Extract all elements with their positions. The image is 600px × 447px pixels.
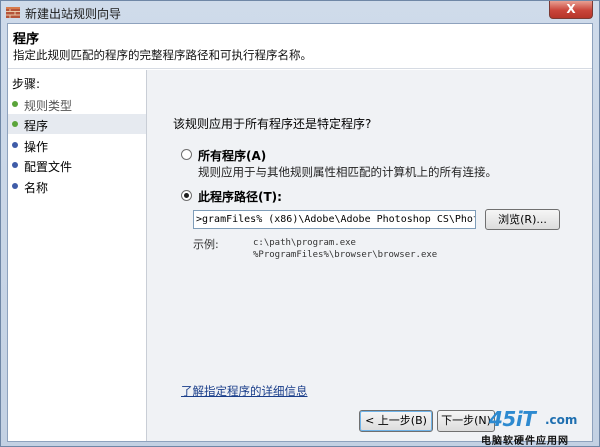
step-action[interactable]: 操作: [8, 135, 146, 155]
window-title: 新建出站规则向导: [25, 7, 122, 21]
steps-label: 步骤:: [12, 77, 41, 91]
firewall-icon: [6, 7, 20, 18]
browse-button[interactable]: 浏览(R)...: [485, 209, 560, 230]
step-label: 名称: [24, 181, 49, 195]
step-profile[interactable]: 配置文件: [8, 155, 146, 175]
watermark-domain: .com: [545, 413, 578, 427]
all-programs-radio[interactable]: [181, 149, 192, 160]
page-description: 指定此规则匹配的程序的完整程序路径和可执行程序名称。: [13, 48, 312, 62]
step-status-icon: [12, 183, 18, 189]
step-status-icon: [12, 121, 18, 127]
step-status-icon: [12, 162, 18, 168]
program-path-input[interactable]: >gramFiles% (x86)\Adobe\Adobe Photoshop …: [193, 210, 476, 229]
step-label: 配置文件: [24, 160, 73, 174]
program-path-label[interactable]: 此程序路径(T):: [198, 188, 282, 205]
program-path-radio[interactable]: [181, 190, 192, 201]
step-name[interactable]: 名称: [8, 176, 146, 196]
watermark-subtitle: 电脑软硬件应用网: [481, 436, 569, 447]
step-program[interactable]: 程序: [8, 114, 146, 134]
learn-more-link[interactable]: 了解指定程序的详细信息: [181, 383, 308, 399]
all-programs-label[interactable]: 所有程序(A): [198, 147, 266, 164]
step-label: 操作: [24, 140, 49, 154]
site-watermark: 45iT .com 电脑软硬件应用网: [479, 405, 597, 447]
wizard-client: 程序 指定此规则匹配的程序的完整程序路径和可执行程序名称。 步骤: 规则类型 程…: [7, 23, 593, 442]
example-path: %ProgramFiles%\browser\browser.exe: [253, 250, 438, 260]
wizard-window: 新建出站规则向导 X 程序 指定此规则匹配的程序的完整程序路径和可执行程序名称。…: [0, 0, 600, 447]
wizard-header: 程序 指定此规则匹配的程序的完整程序路径和可执行程序名称。: [8, 24, 592, 69]
example-label: 示例:: [193, 238, 219, 251]
main-panel: 该规则应用于所有程序还是特定程序? 所有程序(A) 规则应用于与其他规则属性相匹…: [147, 70, 592, 441]
page-title: 程序: [13, 32, 40, 47]
step-status-icon: [12, 142, 18, 148]
steps-sidebar: 步骤: 规则类型 程序 操作 配置文件 名称: [8, 70, 146, 441]
title-bar: 新建出站规则向导 X: [1, 1, 599, 23]
close-button[interactable]: X: [549, 1, 593, 19]
step-rule-type[interactable]: 规则类型: [8, 94, 146, 114]
example-path: c:\path\program.exe: [253, 238, 356, 248]
scope-question: 该规则应用于所有程序还是特定程序?: [173, 117, 372, 131]
step-status-icon: [12, 101, 18, 107]
watermark-logo: 45iT: [489, 407, 536, 431]
all-programs-description: 规则应用于与其他规则属性相匹配的计算机上的所有连接。: [198, 165, 497, 179]
step-label: 程序: [24, 119, 49, 133]
back-button[interactable]: < 上一步(B): [359, 410, 433, 432]
step-label: 规则类型: [24, 99, 73, 113]
